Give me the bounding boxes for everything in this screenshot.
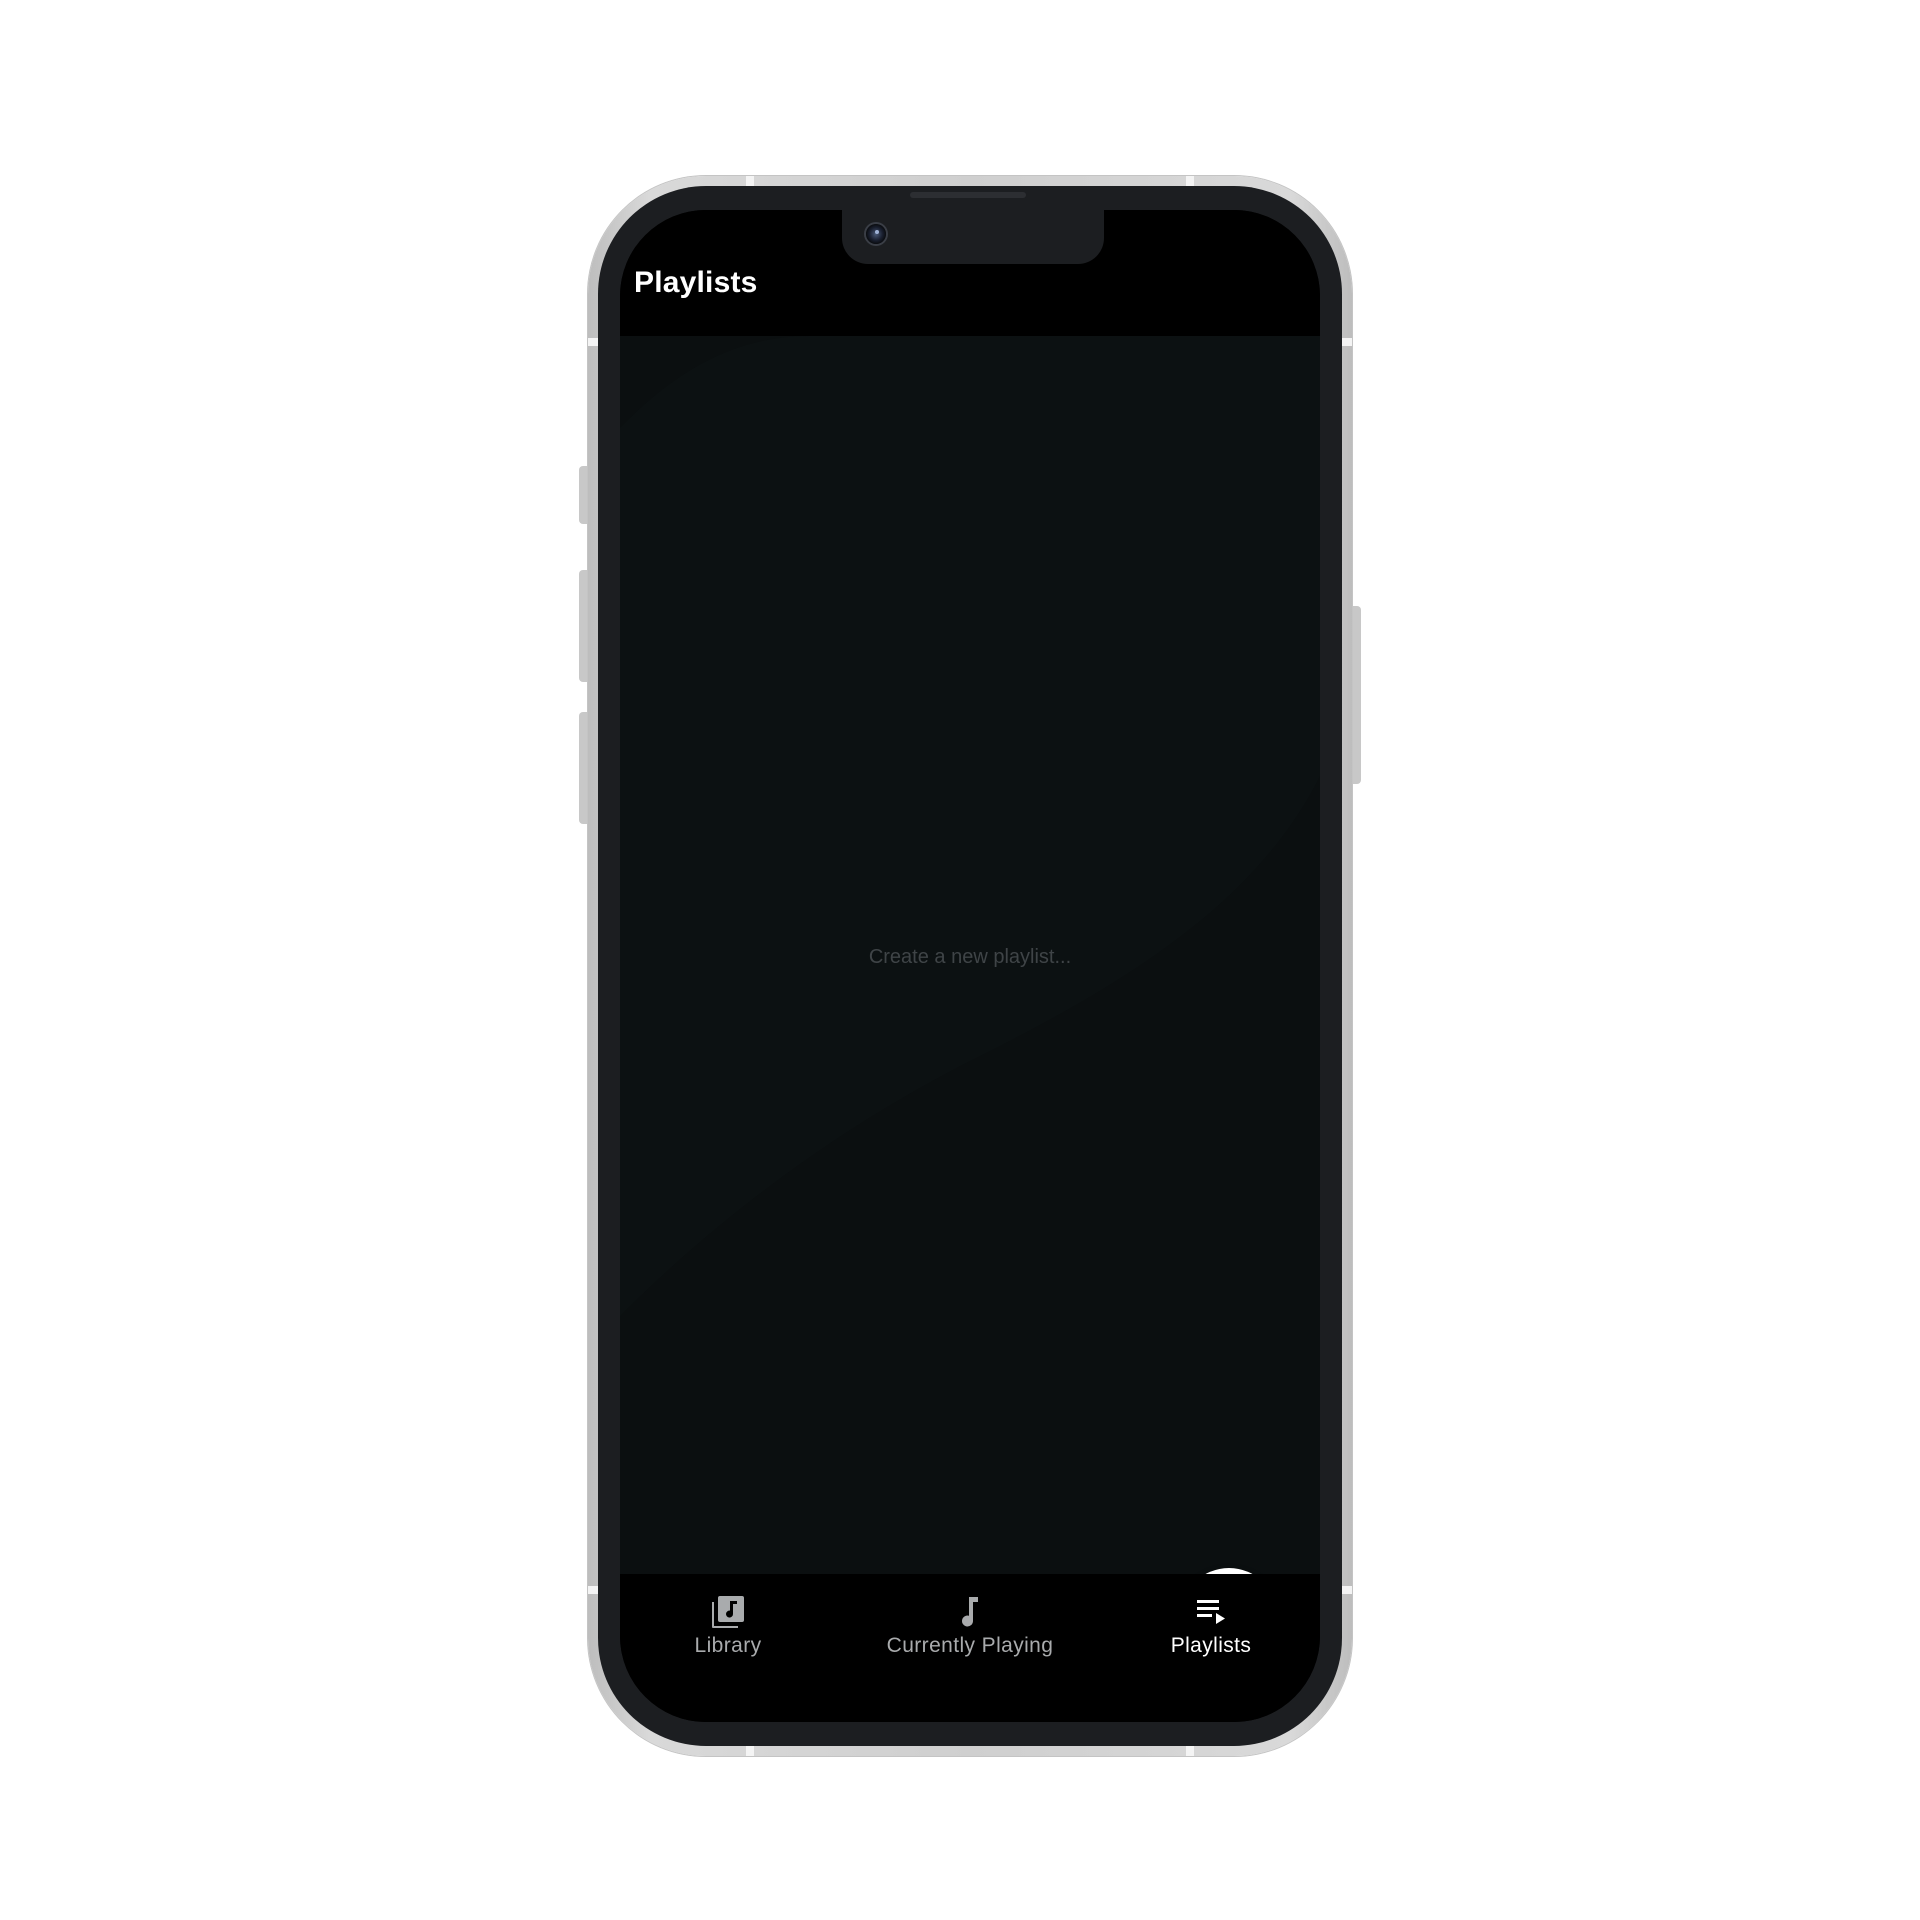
page-title: Playlists <box>634 266 758 299</box>
playlists-content: Create a new playlist... <box>620 336 1320 1574</box>
phone-screen: Playlists Create a new playlist... Libra… <box>620 210 1320 1722</box>
playlist-play-icon <box>1191 1592 1231 1632</box>
frame-antenna-line <box>1186 176 1194 186</box>
nav-item-playlists[interactable]: Playlists <box>1096 1592 1320 1672</box>
nav-label-currently-playing: Currently Playing <box>886 1634 1054 1657</box>
frame-antenna-line <box>1186 1746 1194 1756</box>
bottom-navigation: Library Currently Playing Playlists <box>620 1574 1320 1722</box>
frame-antenna-line <box>746 176 754 186</box>
stage: Playlists Create a new playlist... Libra… <box>0 0 1920 1920</box>
frame-antenna-line <box>588 338 598 346</box>
music-note-icon <box>950 1592 990 1632</box>
nav-label-playlists: Playlists <box>1170 1634 1252 1657</box>
frame-antenna-line <box>1342 1586 1352 1594</box>
earpiece-speaker <box>910 192 1026 198</box>
empty-playlists-message: Create a new playlist... <box>868 946 1072 968</box>
library-music-icon <box>708 1592 748 1632</box>
nav-label-library: Library <box>694 1634 762 1657</box>
nav-item-currently-playing[interactable]: Currently Playing <box>855 1592 1085 1672</box>
frame-antenna-line <box>1342 338 1352 346</box>
nav-item-library[interactable]: Library <box>620 1592 843 1672</box>
front-camera <box>866 224 886 244</box>
frame-antenna-line <box>588 1586 598 1594</box>
frame-antenna-line <box>746 1746 754 1756</box>
